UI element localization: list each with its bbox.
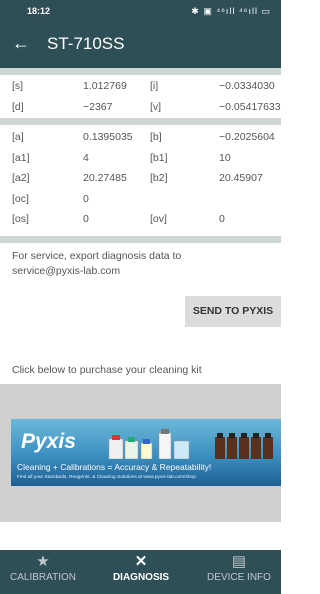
nav-label: DIAGNOSIS [112,572,170,583]
reading-value: 20.45907 [219,172,263,184]
nav-label: DEVICE INFO [207,572,271,583]
page-title: ST-710SS [47,34,125,53]
banner-fineprint: Find all your Standards, Reagents, & Cle… [17,475,196,480]
reading-value: 0 [83,213,89,225]
reading-key: [ov] [150,213,167,225]
reading-row: [oc] 0 [0,189,281,210]
reading-row: [a] 0.1395035 [b] −0.2025604 [0,127,281,148]
status-bar: 18:12 ✱ ▣ ⁴⁶ıll ⁴⁶ıll ▭ [0,0,281,22]
nav-calibration[interactable]: ★ CALIBRATION [0,550,86,594]
reading-key: [d] [12,100,24,113]
reading-value: 0.1395035 [83,131,133,143]
tools-icon: ✕ [134,553,148,570]
reading-key: [s] [12,80,24,92]
reading-key: [v] [150,100,162,113]
reading-key: [b] [150,131,162,143]
reading-row: [d] −2367 [v] −0.05417633 [0,97,281,118]
send-to-pyxis-button[interactable]: SEND TO PYXIS [185,296,281,327]
reading-key: [b2] [150,172,168,184]
purchase-label: Click below to purchase your cleaning ki… [12,364,202,376]
star-icon: ★ [36,553,50,570]
reading-value: 0 [219,213,225,225]
separator [0,68,281,75]
reading-key: [oc] [12,192,29,205]
back-arrow-icon[interactable]: ← [12,33,30,53]
reading-value: 0 [83,192,89,205]
reading-value: 20.27485 [83,172,127,184]
product-bottles-icon [108,429,273,459]
reading-key: [a1] [12,151,30,164]
readings-group-2: [a] 0.1395035 [b] −0.2025604 [a1] 4 [b1]… [0,127,281,230]
nav-label: CALIBRATION [10,572,76,583]
separator [0,236,281,243]
reading-key: [os] [12,213,29,225]
banner-tagline: Cleaning + Calibrations = Accuracy & Rep… [17,462,212,472]
nav-device-info[interactable]: ▤ DEVICE INFO [197,550,281,594]
reading-row: [s] 1.012769 [i] −0.0334030 [0,76,281,97]
reading-value: −0.2025604 [219,131,275,143]
readings-group-1: [s] 1.012769 [i] −0.0334030 [d] −2367 [v… [0,76,281,117]
document-icon: ▤ [231,553,247,570]
reading-key: [a2] [12,172,30,184]
reading-row: [a2] 20.27485 [b2] 20.45907 [0,168,281,189]
reading-row: [os] 0 [ov] 0 [0,209,281,230]
reading-value: 4 [83,151,89,164]
reading-row: [a1] 4 [b1] 10 [0,148,281,169]
promo-area[interactable]: Pyxis Cleaning + Calibrations = Accuracy… [0,384,281,522]
reading-value: 1.012769 [83,80,127,92]
status-time: 18:12 [27,6,51,16]
nav-diagnosis[interactable]: ✕ DIAGNOSIS [98,550,184,594]
reading-value: −0.0334030 [219,80,275,92]
reading-value: −2367 [83,100,113,113]
reading-value: −0.05417633 [219,100,281,113]
reading-key: [b1] [150,151,168,164]
cleaning-kit-banner[interactable]: Pyxis Cleaning + Calibrations = Accuracy… [11,419,281,486]
separator [0,118,281,125]
reading-value: 10 [219,151,231,164]
reading-key: [i] [150,80,159,92]
reading-key: [a] [12,131,24,143]
bottom-navigation: ★ CALIBRATION ✕ DIAGNOSIS ▤ DEVICE INFO [0,550,281,594]
service-note: For service, export diagnosis data to se… [12,250,182,277]
banner-brand: Pyxis [21,430,76,453]
status-icons: ✱ ▣ ⁴⁶ıll ⁴⁶ıll ▭ [191,6,271,16]
app-bar: ← ST-710SS [0,22,281,68]
